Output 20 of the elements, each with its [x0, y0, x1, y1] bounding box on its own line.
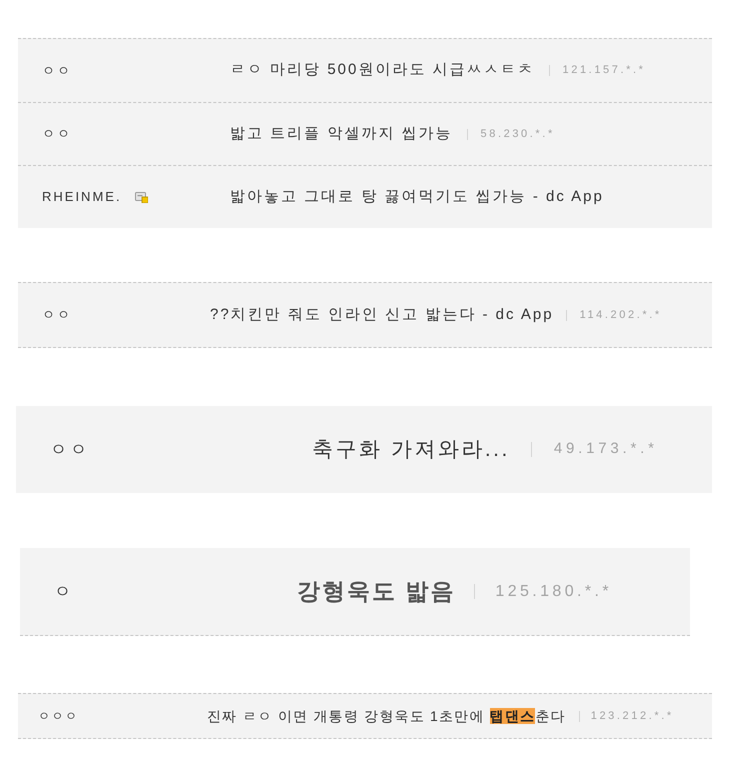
author-name: ㅇㅇㅇ — [38, 708, 78, 725]
author-name: ㅇ — [54, 580, 71, 603]
comment-text: 축구화 가져와라... — [312, 436, 510, 463]
ip-address: 58.230.*.* — [480, 126, 555, 142]
ip-address: 114.202.*.* — [580, 308, 662, 323]
ip-address: 121.157.*.* — [562, 63, 646, 78]
comment-text: ㄹㅇ 마리당 500원이라도 시급ㅆㅅㅌㅊ — [230, 60, 535, 80]
author-name: ㅇㅇ — [42, 306, 72, 324]
ip-address: 123.212.*.* — [590, 708, 674, 724]
author-name: RHEINME. — [42, 188, 122, 206]
comment-text: ??치킨만 줘도 인라인 신고 밟는다 - dc App — [210, 304, 554, 325]
comment-text: 밟아놓고 그대로 탕 끓여먹기도 씹가능 - dc App — [230, 186, 604, 207]
comment-text: 강형욱도 밟음 — [297, 577, 456, 606]
comment-text: 밟고 트리플 악셀까지 씹가능 — [230, 124, 453, 144]
comment-text: 진짜 ㄹㅇ 이면 개통령 강형욱도 1초만에 탭댄스춘다 — [207, 706, 566, 726]
author-name: ㅇㅇ — [50, 438, 90, 461]
ip-address: 125.180.*.* — [495, 582, 612, 602]
ip-address: 49.173.*.* — [554, 439, 658, 460]
author-name: ㅇㅇ — [42, 62, 72, 80]
author-name: ㅇㅇ — [42, 125, 72, 144]
